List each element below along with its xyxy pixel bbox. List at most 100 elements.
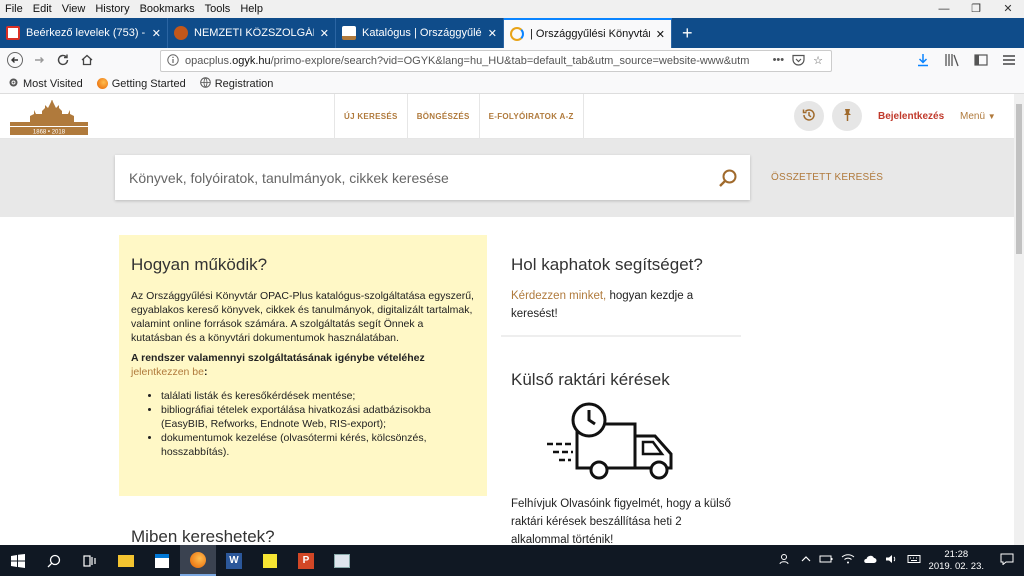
file-explorer-icon[interactable] <box>108 545 144 576</box>
site-info-icon[interactable] <box>167 53 179 69</box>
close-tab-icon[interactable]: ✕ <box>152 27 161 40</box>
nav-new-search[interactable]: ÚJ KERESÉS <box>334 94 407 139</box>
address-bar[interactable]: opacplus.ogyk.hu/primo-explore/search?vi… <box>160 50 832 72</box>
colon: : <box>203 366 208 378</box>
tab-strip: Beérkező levelek (753) - mkefot ✕ NEMZET… <box>0 18 1024 48</box>
firefox-taskbar-icon[interactable] <box>180 545 216 576</box>
notification-center-icon[interactable] <box>1000 553 1014 568</box>
ask-us-link[interactable]: Kérdezzen minket, <box>511 290 606 302</box>
powerpoint-icon[interactable]: P <box>288 545 324 576</box>
menu-bookmarks[interactable]: Bookmarks <box>135 3 200 15</box>
bookmark-star-icon[interactable]: ☆ <box>813 54 823 69</box>
nav-ejournals[interactable]: E-FOLYÓIRATOK A-Z <box>478 94 584 139</box>
bookmark-getting-started[interactable]: Getting Started <box>96 77 186 90</box>
library-favicon-icon <box>342 26 356 40</box>
what-can-i-search-title: Miben kereshetek? <box>131 527 275 546</box>
url-text: opacplus.ogyk.hu/primo-explore/search?vi… <box>185 55 765 67</box>
sidebar-icon[interactable] <box>974 53 988 69</box>
bookmark-registration[interactable]: Registration <box>199 76 274 91</box>
word-icon[interactable]: W <box>216 545 252 576</box>
people-icon[interactable] <box>779 553 793 568</box>
menu-history[interactable]: History <box>90 3 134 15</box>
menu-edit[interactable]: Edit <box>28 3 57 15</box>
nav-browse[interactable]: BÖNGÉSZÉS <box>406 94 479 139</box>
download-icon[interactable] <box>916 53 930 70</box>
search-placeholder: Könyvek, folyóiratok, tanulmányok, cikke… <box>129 169 449 186</box>
pocket-icon[interactable] <box>792 54 805 69</box>
minimize-button[interactable]: — <box>928 0 960 18</box>
external-storage-card: Külső raktári kérések Felhívjuk Olvasóin… <box>501 360 741 549</box>
bookmark-label: Getting Started <box>111 77 186 90</box>
search-icon[interactable] <box>706 168 750 188</box>
tab-katalogus[interactable]: Katalógus | Országgyűlési Könyv ✕ <box>336 18 504 48</box>
menu-tools[interactable]: Tools <box>200 3 236 15</box>
search-input[interactable]: Könyvek, folyóiratok, tanulmányok, cikke… <box>115 155 750 200</box>
menu-help[interactable]: Help <box>235 3 268 15</box>
main-nav: ÚJ KERESÉS BÖNGÉSZÉS E-FOLYÓIRATOK A-Z <box>334 94 584 139</box>
logo-years: 1868 • 2018 <box>33 130 66 136</box>
windows-start-icon[interactable] <box>0 545 36 576</box>
tab-nemzeti[interactable]: NEMZETI KÖZSZOLGÁLATI EGYE ✕ <box>168 18 336 48</box>
page-scrollbar[interactable] <box>1014 94 1024 545</box>
close-tab-icon[interactable]: ✕ <box>656 28 665 41</box>
tab-gmail[interactable]: Beérkező levelek (753) - mkefot ✕ <box>0 18 168 48</box>
task-view-icon[interactable] <box>72 545 108 576</box>
menu-dropdown[interactable]: Menü ▼ <box>960 94 996 139</box>
menu-file[interactable]: File <box>0 3 28 15</box>
firefox-icon <box>96 78 108 89</box>
bookmarks-bar: Most Visited Getting Started Registratio… <box>0 74 1024 94</box>
tab-title: Beérkező levelek (753) - mkefot <box>26 27 146 39</box>
delivery-truck-icon <box>547 402 731 487</box>
hamburger-menu-icon[interactable] <box>1002 54 1016 69</box>
feature-list: találati listák és keresőkérdések mentés… <box>131 389 475 459</box>
search-history-button[interactable] <box>794 101 824 131</box>
system-tray: 21:28 2019. 02. 23. <box>779 545 1024 576</box>
sticky-notes-icon[interactable] <box>252 545 288 576</box>
chevron-up-icon[interactable] <box>801 555 811 566</box>
bookmark-most-visited[interactable]: Most Visited <box>8 77 83 91</box>
menu-bar: File Edit View History Bookmarks Tools H… <box>0 0 1024 18</box>
loading-spinner-icon <box>510 27 524 41</box>
close-tab-icon[interactable]: ✕ <box>488 27 497 40</box>
favorites-button[interactable] <box>832 101 862 131</box>
close-tab-icon[interactable]: ✕ <box>320 27 329 40</box>
close-window-button[interactable]: ✕ <box>992 0 1024 18</box>
library-icon[interactable] <box>944 53 960 70</box>
onedrive-cloud-icon[interactable] <box>863 554 877 567</box>
list-item: bibliográfiai tételek exportálása hivatk… <box>161 403 475 431</box>
url-path: /primo-explore/search?vid=OGYK&lang=hu_H… <box>270 55 750 67</box>
menu-view[interactable]: View <box>57 3 91 15</box>
tab-title: | Országgyűlési Könyvtár - OPA <box>530 28 650 40</box>
battery-icon[interactable] <box>819 554 833 567</box>
bookmark-label: Registration <box>214 77 274 90</box>
windows-taskbar: W P 21:28 2019. 02. 23. <box>0 545 1024 576</box>
more-actions-icon[interactable]: ••• <box>773 54 785 69</box>
wifi-icon[interactable] <box>841 554 855 567</box>
reload-icon[interactable] <box>51 53 75 70</box>
restore-button[interactable]: ❐ <box>960 0 992 18</box>
advanced-search-link[interactable]: ÖSSZETETT KERESÉS <box>771 172 883 183</box>
caret-down-icon: ▼ <box>987 112 996 121</box>
keyboard-icon[interactable] <box>907 554 921 567</box>
url-domain: ogyk.hu <box>232 55 271 67</box>
forward-icon[interactable] <box>27 53 51 70</box>
app-window-icon[interactable] <box>324 545 360 576</box>
search-icon[interactable] <box>36 545 72 576</box>
how-it-works-card: Hogyan működik? Az Országgyűlési Könyvtá… <box>119 235 487 496</box>
login-link[interactable]: Bejelentkezés <box>878 94 944 139</box>
new-tab-button[interactable]: + <box>672 18 703 48</box>
clock[interactable]: 21:28 2019. 02. 23. <box>929 549 984 573</box>
scrollbar-thumb[interactable] <box>1016 104 1022 254</box>
store-icon[interactable] <box>144 545 180 576</box>
tab-title: NEMZETI KÖZSZOLGÁLATI EGYE <box>194 27 314 39</box>
volume-icon[interactable] <box>885 554 899 567</box>
back-icon[interactable] <box>3 51 27 71</box>
clock-time: 21:28 <box>944 548 969 560</box>
parliament-logo[interactable]: 1868 • 2018 <box>8 99 90 136</box>
home-icon[interactable] <box>75 53 99 70</box>
how-intro: Az Országgyűlési Könyvtár OPAC-Plus kata… <box>131 290 474 344</box>
site-favicon-icon <box>174 26 188 40</box>
how-bold-text: A rendszer valamennyi szolgáltatásának i… <box>131 352 425 364</box>
login-inline-link[interactable]: jelentkezzen be <box>131 366 204 378</box>
tab-opac-active[interactable]: | Országgyűlési Könyvtár - OPA ✕ <box>504 18 672 48</box>
